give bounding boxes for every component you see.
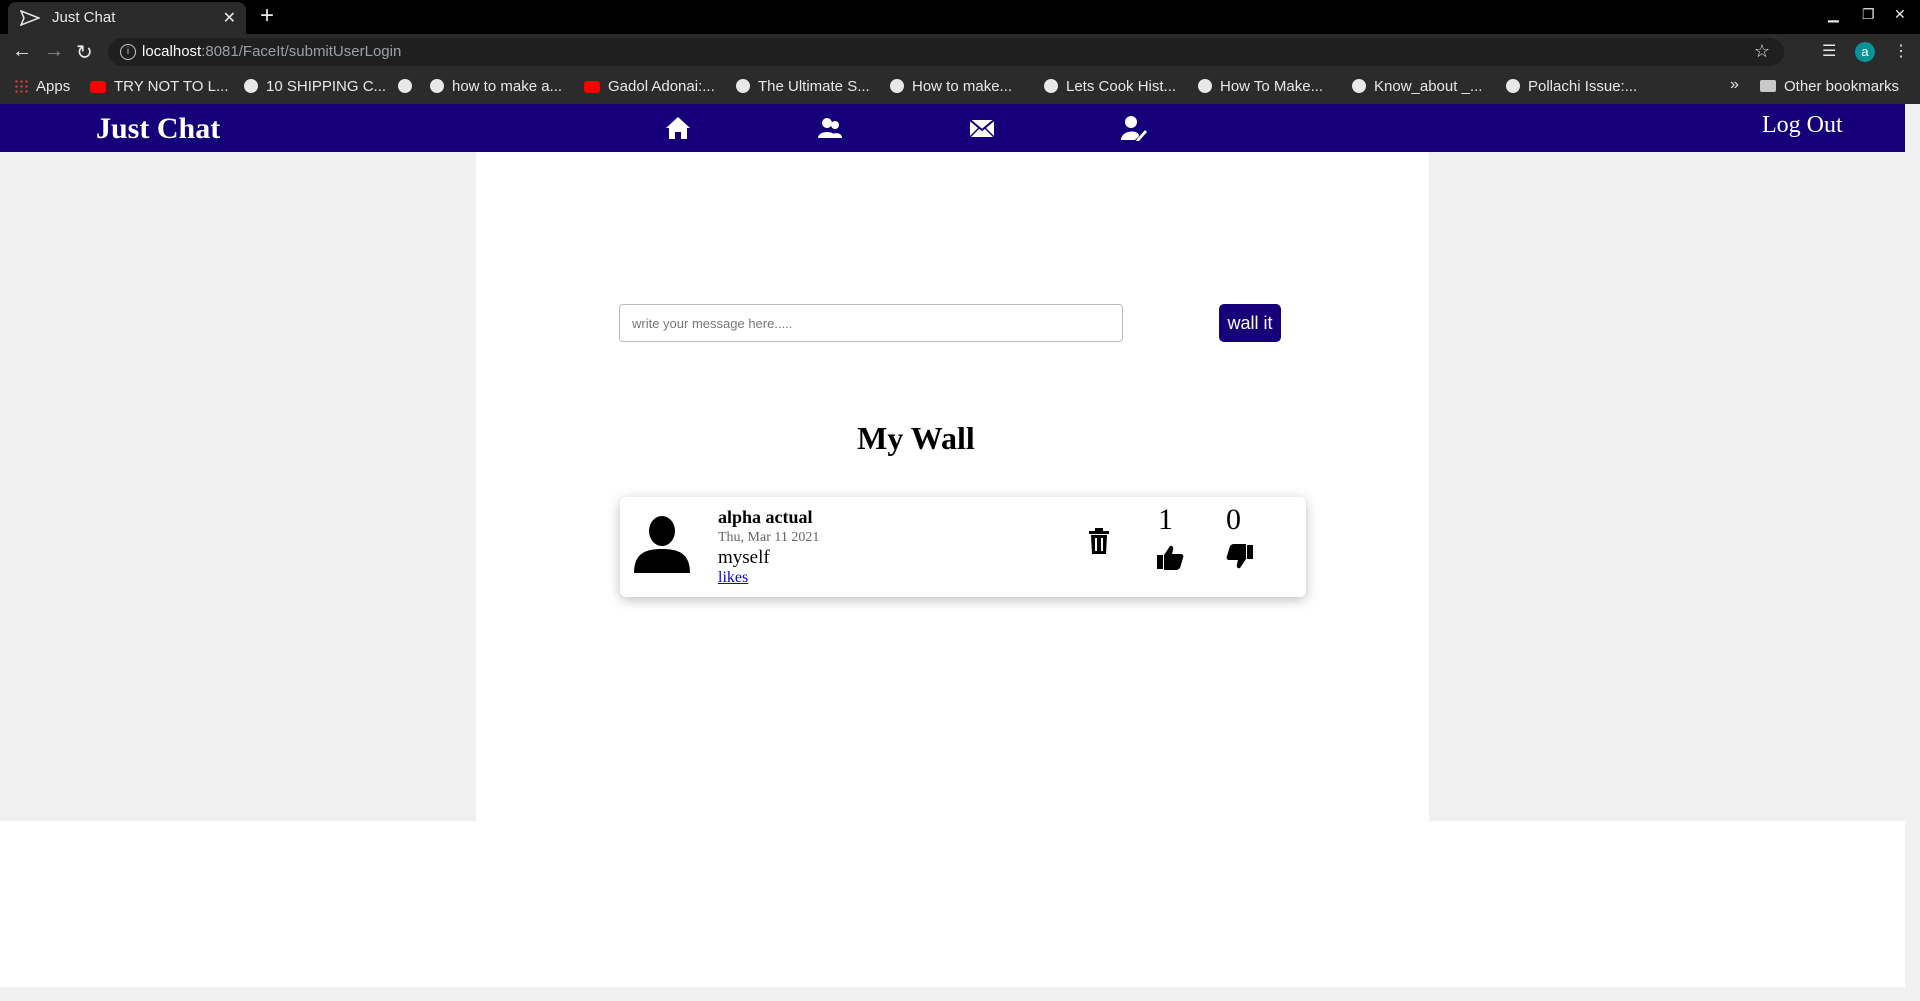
bookmark-label: How To Make... bbox=[1220, 78, 1324, 95]
dislike-count: 0 bbox=[1226, 503, 1241, 536]
url-text: localhost:8081/FaceIt/submitUserLogin bbox=[142, 43, 401, 60]
bookmark-item[interactable]: Pollachi Issue:... bbox=[1506, 78, 1637, 95]
bookmark-star-icon[interactable]: ☆ bbox=[1754, 41, 1770, 62]
youtube-icon bbox=[584, 81, 600, 93]
envelope-icon[interactable] bbox=[968, 114, 996, 142]
forward-icon[interactable]: → bbox=[44, 40, 64, 63]
globe-icon bbox=[1352, 79, 1366, 93]
globe-icon bbox=[890, 79, 904, 93]
bookmark-item[interactable]: How to make... bbox=[890, 78, 1012, 95]
bookmark-item[interactable]: The Ultimate S... bbox=[736, 78, 870, 95]
menu-kebab-icon[interactable]: ⋮ bbox=[1893, 41, 1909, 61]
globe-icon bbox=[244, 79, 258, 93]
globe-icon bbox=[1506, 79, 1520, 93]
minimize-icon[interactable]: ▁ bbox=[1828, 6, 1839, 23]
message-input[interactable] bbox=[619, 304, 1123, 342]
bookmark-item[interactable]: TRY NOT TO L... bbox=[90, 78, 229, 95]
bookmark-label: Lets Cook Hist... bbox=[1066, 78, 1177, 95]
thumbs-up-icon[interactable] bbox=[1156, 543, 1184, 571]
wall-title: My Wall bbox=[857, 420, 975, 456]
bookmark-label: TRY NOT TO L... bbox=[114, 78, 229, 95]
user-edit-icon[interactable] bbox=[1120, 114, 1148, 142]
page: Just Chat Log Out wall it My Wall alpha … bbox=[0, 104, 1905, 987]
reading-list-icon[interactable]: ☰ bbox=[1822, 41, 1836, 61]
bookmark-item[interactable]: 10 SHIPPING C... bbox=[244, 78, 386, 95]
bookmark-item[interactable]: Apps bbox=[14, 78, 70, 95]
info-icon[interactable]: i bbox=[120, 44, 136, 60]
address-bar[interactable]: i localhost:8081/FaceIt/submitUserLogin … bbox=[108, 38, 1784, 66]
bookmark-label: how to make a... bbox=[452, 78, 563, 95]
apps-grid-icon bbox=[14, 79, 28, 93]
new-tab-icon[interactable]: + bbox=[260, 2, 274, 30]
vertical-scrollbar[interactable] bbox=[1905, 104, 1920, 987]
browser-tabstrip: Just Chat ✕ + ▁ ❐ ✕ bbox=[0, 0, 1920, 34]
globe-icon bbox=[736, 79, 750, 93]
bookmark-item[interactable]: Gadol Adonai:... bbox=[584, 78, 715, 95]
globe-icon bbox=[430, 79, 444, 93]
window-close-icon[interactable]: ✕ bbox=[1894, 6, 1906, 23]
bookmark-item[interactable]: Know_about _... bbox=[1352, 78, 1482, 95]
logout-link[interactable]: Log Out bbox=[1762, 112, 1843, 139]
bookmark-label: How to make... bbox=[912, 78, 1013, 95]
bookmark-label: Apps bbox=[36, 78, 71, 95]
home-icon[interactable] bbox=[664, 114, 692, 142]
post-author: alpha actual bbox=[718, 507, 813, 527]
other-bookmarks[interactable]: Other bookmarks bbox=[1760, 78, 1899, 95]
wall-post: alpha actual Thu, Mar 11 2021 myself lik… bbox=[620, 497, 1306, 597]
restore-icon[interactable]: ❐ bbox=[1862, 6, 1875, 23]
users-icon[interactable] bbox=[816, 114, 844, 142]
chevron-double-right-icon[interactable]: » bbox=[1730, 76, 1739, 94]
globe-icon bbox=[1198, 79, 1212, 93]
horizontal-scrollbar[interactable] bbox=[0, 987, 1920, 1001]
bookmark-label: Know_about _... bbox=[1374, 78, 1483, 95]
thumbs-down-icon[interactable] bbox=[1226, 543, 1254, 571]
browser-toolbar: ← → ↻ i localhost:8081/FaceIt/submitUser… bbox=[0, 34, 1920, 70]
reload-icon[interactable]: ↻ bbox=[76, 40, 93, 65]
youtube-icon bbox=[90, 81, 106, 93]
bookmark-label: The Ultimate S... bbox=[758, 78, 870, 95]
post-text: myself bbox=[718, 547, 770, 568]
profile-avatar[interactable]: a bbox=[1855, 42, 1875, 62]
bookmark-item[interactable] bbox=[398, 78, 420, 95]
close-icon[interactable]: ✕ bbox=[223, 8, 236, 28]
post-date: Thu, Mar 11 2021 bbox=[718, 530, 820, 545]
bookmark-label: 10 SHIPPING C... bbox=[266, 78, 387, 95]
bookmark-item[interactable]: how to make a... bbox=[430, 78, 562, 95]
bookmarks-bar: Apps TRY NOT TO L... 10 SHIPPING C... ho… bbox=[0, 70, 1920, 104]
like-count: 1 bbox=[1158, 503, 1173, 536]
bookmark-label: Pollachi Issue:... bbox=[1528, 78, 1638, 95]
tab-title: Just Chat bbox=[52, 9, 116, 26]
user-avatar-icon bbox=[634, 516, 690, 573]
bookmark-item[interactable]: Lets Cook Hist... bbox=[1044, 78, 1176, 95]
bookmark-item[interactable]: How To Make... bbox=[1198, 78, 1323, 95]
globe-icon bbox=[1044, 79, 1058, 93]
other-bookmarks-label: Other bookmarks bbox=[1784, 78, 1900, 95]
back-icon[interactable]: ← bbox=[12, 40, 32, 63]
left-gutter bbox=[0, 152, 476, 821]
wall-it-button[interactable]: wall it bbox=[1219, 304, 1281, 342]
globe-icon bbox=[398, 79, 412, 93]
url-host: localhost bbox=[142, 43, 202, 60]
browser-tab[interactable]: Just Chat ✕ bbox=[8, 2, 246, 34]
send-icon bbox=[20, 10, 40, 26]
likes-link[interactable]: likes bbox=[718, 569, 748, 587]
site-navbar: Just Chat Log Out bbox=[0, 104, 1905, 152]
url-path: :8081/FaceIt/submitUserLogin bbox=[201, 43, 402, 60]
folder-icon bbox=[1760, 80, 1776, 92]
brand-title[interactable]: Just Chat bbox=[96, 112, 220, 146]
trash-icon[interactable] bbox=[1088, 527, 1110, 555]
right-gutter bbox=[1429, 152, 1905, 821]
bookmark-label: Gadol Adonai:... bbox=[608, 78, 715, 95]
